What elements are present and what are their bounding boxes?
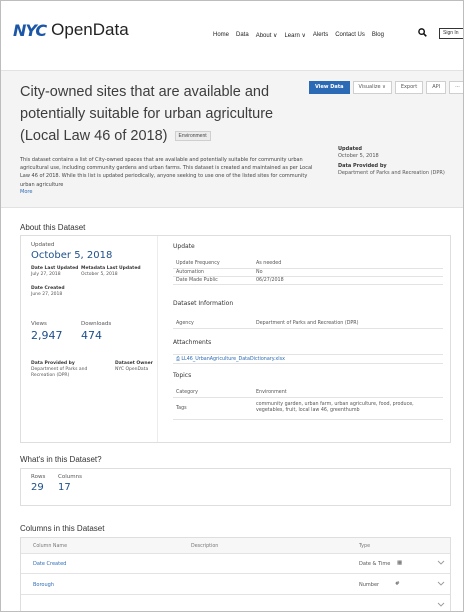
columns-count: 17 — [58, 482, 71, 493]
about-card: Updated October 5, 2018 Date Last Update… — [20, 235, 451, 443]
table-row[interactable] — [21, 596, 450, 611]
more-link[interactable]: More — [20, 189, 32, 195]
dataset-info-table: Agency Department of Parks and Recreatio… — [173, 320, 443, 329]
table-row: Tags community garden, urban farm, urban… — [173, 397, 443, 420]
api-button[interactable]: API — [426, 81, 447, 94]
top-nav: NYC OpenData Home Data About ∨ Learn ∨ A… — [1, 1, 463, 51]
table-row: Date Made Public 06/27/2018 — [173, 276, 443, 285]
dataset-actions: View Data Visualize ∨ Export API ··· — [309, 81, 463, 94]
chevron-down-icon[interactable] — [437, 600, 445, 608]
about-heading: About this Dataset — [20, 223, 86, 232]
table-row: Agency Department of Parks and Recreatio… — [173, 320, 443, 329]
table-row[interactable]: Date Created Date & Time ▦ — [21, 554, 450, 574]
about-updated-label: Updated — [31, 242, 55, 248]
rows-count: 29 — [31, 482, 44, 493]
visualize-button[interactable]: Visualize ∨ — [352, 81, 392, 94]
calendar-icon: ▦ — [397, 560, 403, 566]
column-type: Date & Time — [359, 561, 391, 567]
topics-heading: Topics — [173, 372, 192, 379]
about-provided-by: Data Provided by Department of Parks and… — [31, 361, 88, 378]
nav-links: Home Data About ∨ Learn ∨ Alerts Contact… — [213, 32, 384, 39]
column-name[interactable]: Date Created — [33, 561, 66, 567]
column-type: Number — [359, 582, 380, 588]
whats-in-heading: What's in this Dataset? — [20, 455, 102, 464]
provided-by-value: Department of Parks and Recreation (DPR) — [338, 169, 445, 176]
more-actions-button[interactable]: ··· — [449, 81, 463, 94]
view-data-button[interactable]: View Data — [309, 81, 350, 94]
update-heading: Update — [173, 243, 195, 250]
nav-alerts[interactable]: Alerts — [313, 32, 328, 39]
page: NYC OpenData Home Data About ∨ Learn ∨ A… — [0, 0, 464, 612]
rows-label: Rows — [31, 474, 46, 480]
views-label: Views — [31, 321, 47, 327]
columns-label: Columns — [58, 474, 82, 480]
col-description-header: Description — [191, 544, 219, 549]
table-row: Update Frequency As needed — [173, 260, 443, 269]
chevron-down-icon[interactable] — [437, 579, 445, 587]
nav-about[interactable]: About ∨ — [256, 32, 278, 39]
attachment-filename[interactable]: LL46_UrbanAgriculture_DataDictionary.xls… — [181, 357, 285, 362]
nyc-opendata-logo[interactable]: NYC OpenData — [13, 20, 129, 40]
logo-text: OpenData — [51, 20, 129, 39]
downloads-count: 474 — [81, 329, 102, 342]
about-summary: Updated October 5, 2018 Date Last Update… — [21, 236, 158, 442]
paperclip-icon: ⎙ — [176, 357, 180, 362]
topics-table: Category Environment Tags community gard… — [173, 389, 443, 420]
views-count: 2,947 — [31, 329, 63, 342]
column-name[interactable]: Borough — [33, 582, 54, 588]
dataset-title-text: City-owned sites that are available and … — [20, 84, 274, 144]
dataset-header: City-owned sites that are available and … — [1, 70, 463, 208]
attachments-heading: Attachments — [173, 339, 212, 346]
dataset-info-heading: Dataset Information — [173, 300, 234, 307]
nav-blog[interactable]: Blog — [372, 32, 384, 39]
dataset-title: City-owned sites that are available and … — [20, 81, 300, 147]
update-table: Update Frequency As needed Automation No… — [173, 260, 443, 285]
search-icon[interactable] — [418, 28, 427, 37]
table-row: Category Environment — [173, 389, 443, 398]
sign-in-button[interactable]: Sign In — [439, 28, 463, 39]
nav-data[interactable]: Data — [236, 32, 249, 39]
col-name-header: Column Name — [33, 544, 68, 549]
columns-table-header: Column Name Description Type — [21, 538, 450, 554]
nav-home[interactable]: Home — [213, 32, 229, 39]
table-row[interactable]: Borough Number # — [21, 575, 450, 595]
columns-table: Column Name Description Type Date Create… — [20, 537, 451, 611]
whats-in-card: Rows 29 Columns 17 — [20, 468, 451, 506]
dataset-owner: Dataset Owner NYC OpenData — [115, 361, 153, 372]
date-created: Date Created June 27, 2018 — [31, 286, 65, 297]
nav-learn[interactable]: Learn ∨ — [284, 32, 305, 39]
col-type-header: Type — [359, 544, 371, 549]
attachment-link[interactable]: ⎙ LL46_UrbanAgriculture_DataDictionary.x… — [173, 354, 443, 364]
metadata-last-updated: Metadata Last Updated October 5, 2018 — [81, 266, 141, 277]
number-icon: # — [395, 581, 400, 587]
table-row: Automation No — [173, 268, 443, 277]
header-metadata: Updated October 5, 2018 Data Provided by… — [338, 146, 458, 176]
columns-heading: Columns in this Dataset — [20, 524, 105, 533]
logo-mark: NYC — [13, 20, 47, 40]
about-updated-value: October 5, 2018 — [31, 250, 113, 261]
category-badge[interactable]: Environment — [174, 131, 211, 142]
downloads-label: Downloads — [81, 321, 112, 327]
dataset-description: This dataset contains a list of City-own… — [20, 157, 313, 188]
nav-contact-us[interactable]: Contact Us — [335, 32, 365, 39]
chevron-down-icon[interactable] — [437, 558, 445, 566]
export-button[interactable]: Export — [394, 81, 424, 94]
